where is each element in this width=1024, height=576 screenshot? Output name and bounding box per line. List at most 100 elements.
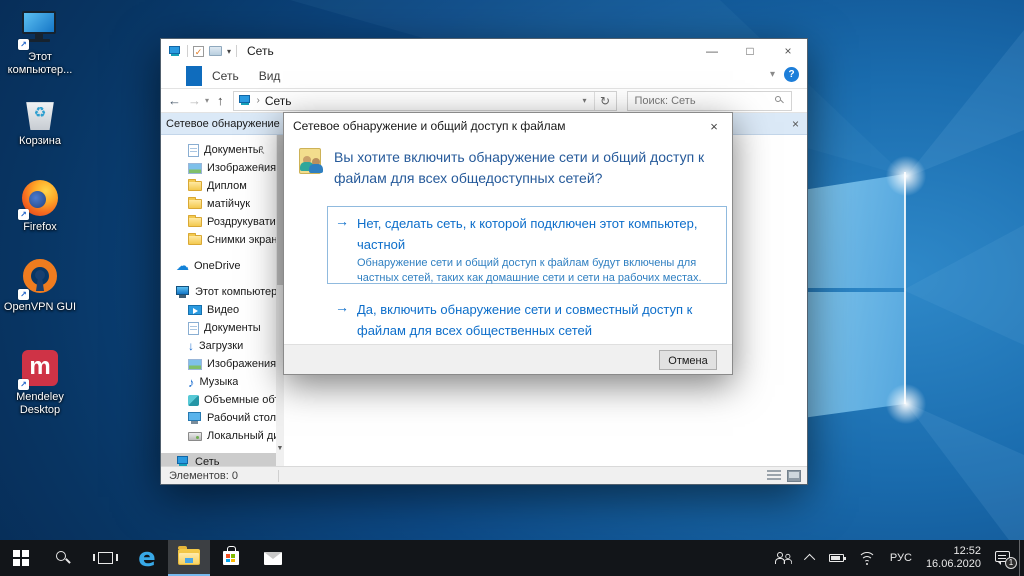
battery-button[interactable] (822, 540, 851, 576)
video-icon (188, 305, 202, 315)
clock-time: 12:52 (926, 545, 981, 558)
notification-close-icon[interactable]: × (792, 117, 799, 131)
items-count: Элементов: 0 (169, 470, 238, 482)
language-indicator[interactable]: РУС (883, 540, 919, 576)
shortcut-arrow-icon: ↗ (18, 289, 29, 300)
desktop-icon-firefox[interactable]: ↗ Firefox (2, 178, 78, 234)
sidebar-item-documents-pinned[interactable]: Документы (161, 141, 276, 159)
desktop-icon-this-pc[interactable]: ↗ Этот компьютер... (2, 8, 78, 77)
maximize-button[interactable]: □ (731, 39, 769, 63)
folder-icon (178, 549, 200, 565)
search-box[interactable] (627, 91, 792, 111)
explorer-titlebar[interactable]: ✓ ▾ Сеть — □ × (161, 39, 807, 63)
scroll-down-icon[interactable]: ▼ (276, 444, 284, 454)
sidebar-item-local-disk[interactable]: Локальный диск (161, 427, 276, 445)
picture-icon (188, 163, 202, 174)
option-title: Нет, сделать сеть, к которой подключен э… (357, 213, 718, 255)
status-bar: Элементов: 0 (161, 466, 807, 484)
help-icon[interactable]: ? (784, 67, 799, 82)
search-input[interactable] (633, 92, 763, 110)
refresh-icon[interactable]: ↻ (594, 92, 616, 110)
shortcut-arrow-icon: ↗ (18, 39, 29, 50)
mail-button[interactable] (252, 540, 294, 576)
light-glow (883, 153, 929, 199)
desktop-icon-openvpn[interactable]: ↗ OpenVPN GUI (2, 258, 78, 314)
folder-icon (188, 199, 202, 209)
dialog-close-button[interactable]: × (697, 114, 731, 138)
sidebar-item-diplom[interactable]: Диплом (161, 177, 276, 195)
chevron-up-icon (804, 554, 815, 565)
new-folder-icon[interactable] (209, 46, 222, 56)
wifi-button[interactable] (851, 540, 883, 576)
edge-button[interactable]: e (126, 540, 168, 576)
light-glow (883, 381, 929, 427)
search-icon (56, 551, 70, 565)
computer-icon (176, 286, 190, 298)
sidebar-item-desktop[interactable]: Рабочий стол (161, 409, 276, 427)
network-icon (238, 95, 252, 106)
address-dropdown-icon[interactable]: ▾ (576, 96, 594, 105)
sidebar-item-screenshots[interactable]: Снимки экрана (161, 231, 276, 249)
file-explorer-button[interactable] (168, 540, 210, 576)
breadcrumb-location[interactable]: Сеть (265, 94, 292, 108)
address-toolbar: ← → ▾ ↑ › Сеть ▾ ↻ (161, 89, 807, 113)
back-button[interactable]: ← (168, 93, 181, 108)
desktop-icon-recycle-bin[interactable]: ♻ Корзина (2, 92, 78, 148)
downloads-icon: ↓ (188, 340, 194, 352)
desktop-icon-label: OpenVPN GUI (2, 301, 78, 314)
close-button[interactable]: × (769, 39, 807, 63)
pin-icon (258, 146, 266, 154)
tab-view[interactable]: Вид (249, 69, 291, 83)
file-sharing-icon (297, 148, 327, 178)
taskbar-search-button[interactable] (42, 540, 84, 576)
search-icon (775, 96, 783, 104)
action-center-button[interactable]: 1 (988, 540, 1019, 576)
task-view-icon (98, 552, 113, 564)
sidebar-item-onedrive[interactable]: ☁ OneDrive (161, 257, 276, 275)
desktop-icon-label: Этот компьютер... (2, 51, 78, 77)
sidebar-item-documents[interactable]: Документы (161, 319, 276, 337)
quick-access-toolbar: ✓ ▾ Сеть (161, 44, 274, 58)
sidebar-item-downloads[interactable]: ↓ Загрузки (161, 337, 276, 355)
sidebar-item-pictures[interactable]: Изображения (161, 355, 276, 373)
minimize-button[interactable]: — (693, 39, 731, 63)
store-button[interactable] (210, 540, 252, 576)
option-enable-discovery[interactable]: → Да, включить обнаружение сети и совмес… (327, 299, 727, 341)
task-view-button[interactable] (84, 540, 126, 576)
show-desktop-button[interactable] (1019, 540, 1024, 576)
hidden-icons-button[interactable] (800, 540, 822, 576)
picture-icon (188, 359, 202, 370)
folder-icon (188, 181, 202, 191)
recycle-bin-icon: ♻ (20, 92, 60, 132)
forward-button[interactable]: → (188, 93, 201, 108)
clock[interactable]: 12:52 16.06.2020 (919, 540, 988, 576)
tab-network[interactable]: Сеть (202, 69, 249, 83)
expand-ribbon-icon[interactable]: ▾ (770, 69, 775, 80)
start-button[interactable] (0, 540, 42, 576)
cancel-button[interactable]: Отмена (659, 350, 717, 370)
dialog-titlebar[interactable]: Сетевое обнаружение и общий доступ к фай… (284, 113, 732, 139)
recent-locations-icon[interactable]: ▾ (205, 96, 209, 105)
properties-checkbox-icon[interactable]: ✓ (193, 46, 204, 57)
people-icon (775, 552, 793, 565)
sidebar-item-pictures-pinned[interactable]: Изображения (161, 159, 276, 177)
dialog-heading: Вы хотите включить обнаружение сети и об… (334, 147, 714, 189)
sidebar-item-videos[interactable]: Видео (161, 301, 276, 319)
sidebar-item-matiychuk[interactable]: матійчук (161, 195, 276, 213)
firefox-icon: ↗ (20, 178, 60, 218)
sidebar-item-3d-objects[interactable]: Объемные объе (161, 391, 276, 409)
qat-dropdown-icon[interactable]: ▾ (227, 47, 231, 56)
address-bar[interactable]: › Сеть ▾ ↻ (233, 91, 617, 111)
option-make-network-private[interactable]: → Нет, сделать сеть, к которой подключен… (327, 206, 727, 284)
large-icons-view-icon[interactable] (787, 470, 801, 482)
sidebar-item-rozdrukuvaty[interactable]: Роздрукувати (161, 213, 276, 231)
people-button[interactable] (768, 540, 800, 576)
up-button[interactable]: ↑ (217, 93, 224, 108)
desktop-icon-mendeley[interactable]: m ↗ Mendeley Desktop (2, 348, 78, 417)
wifi-icon (858, 552, 876, 565)
details-view-icon[interactable] (767, 470, 781, 482)
sidebar-item-this-pc[interactable]: Этот компьютер (161, 283, 276, 301)
sidebar-item-music[interactable]: ♪ Музыка (161, 373, 276, 391)
option-title: Да, включить обнаружение сети и совместн… (357, 299, 727, 341)
file-tab[interactable] (186, 66, 202, 86)
